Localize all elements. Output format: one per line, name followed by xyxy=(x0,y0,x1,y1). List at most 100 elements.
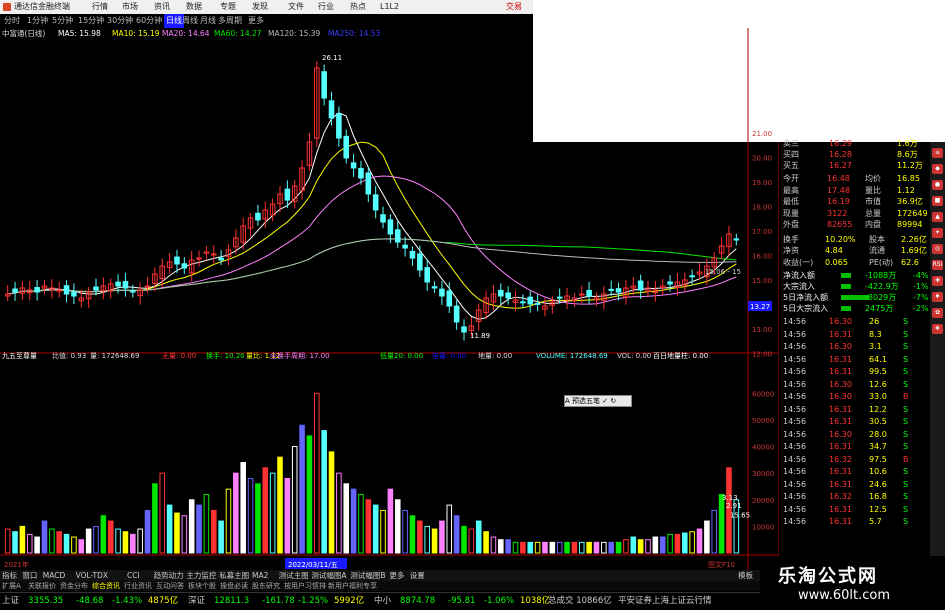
index-name[interactable]: 深证 xyxy=(188,593,205,610)
info-tab[interactable]: 行业资讯 xyxy=(124,581,152,591)
info-tab[interactable]: 板块个股 xyxy=(188,581,216,591)
indicator-tab[interactable]: 趋势动力 xyxy=(154,570,184,581)
candle xyxy=(387,219,394,235)
tick-row: 14:56 16.31 99.5 S xyxy=(779,366,931,377)
period-tab[interactable]: 更多 xyxy=(248,14,264,28)
info-tab[interactable]: 按用户习惯排 xyxy=(284,581,326,591)
index-name[interactable]: 上证 xyxy=(2,593,19,610)
sidebar-icon[interactable]: ≡ xyxy=(932,148,943,158)
index-name[interactable]: 中小 xyxy=(374,593,391,610)
index-change: -161.78 xyxy=(262,596,295,606)
info-tab[interactable]: 扩展A xyxy=(2,581,21,591)
price-tick: 17.00 xyxy=(752,228,772,236)
flow-percent: -4% xyxy=(913,271,929,280)
sidebar-icon[interactable]: ▲ xyxy=(932,212,943,222)
info-tab[interactable]: 互动问答 xyxy=(156,581,184,591)
indicator-tab[interactable]: 设置 xyxy=(410,570,425,581)
tick-price: 16.31 xyxy=(829,517,852,526)
period-tab[interactable]: 月线 xyxy=(200,14,216,28)
volume-bar xyxy=(71,536,77,554)
candle xyxy=(394,229,401,243)
info-tab[interactable]: 操盘必读 xyxy=(220,581,248,591)
indicator-tab[interactable]: 测试幅图B xyxy=(350,570,385,581)
trade-button[interactable]: 交易 xyxy=(506,0,522,14)
flow-bar xyxy=(841,273,851,278)
indicator-tab[interactable]: 窗口 xyxy=(22,570,37,581)
vol-legend-item: 百日地量柱: 0.00 xyxy=(653,351,708,360)
vol-legend-item: VOL: 0.00 xyxy=(617,352,651,360)
candle xyxy=(615,288,622,293)
volume-bar xyxy=(696,528,703,554)
info-tab[interactable]: 关联报价 xyxy=(28,581,56,591)
template-tab[interactable]: 模板 xyxy=(738,570,753,581)
volume-bar xyxy=(336,472,342,554)
volume-bar xyxy=(630,536,637,554)
tick-row: 14:56 16.31 30.5 S xyxy=(779,416,931,427)
order-label: 卖三 xyxy=(783,139,799,148)
sidebar-icon[interactable]: ✦ xyxy=(932,228,943,238)
period-tab[interactable]: 5分钟 xyxy=(52,14,73,28)
menu-item[interactable]: 专题 xyxy=(220,0,236,14)
period-tab[interactable]: 15分钟 xyxy=(78,14,104,28)
kline-chart[interactable]: 21.0020.0019.0018.0017.0016.0015.0014.00… xyxy=(0,28,778,570)
menu-item[interactable]: L1L2 xyxy=(380,0,399,14)
period-tab[interactable]: 多周期 xyxy=(218,14,242,28)
info-tab[interactable]: 股东研究 xyxy=(252,581,280,591)
tick-price: 16.31 xyxy=(829,504,852,514)
sidebar-icon[interactable]: ■ xyxy=(932,196,943,206)
volume-tick: 20000 xyxy=(752,497,774,505)
indicator-tab[interactable]: 测试幅图A xyxy=(311,570,346,581)
indicator-tab[interactable]: 指标 xyxy=(2,570,17,581)
menu-item[interactable]: 热点 xyxy=(350,0,366,14)
period-toolbar: 分时 1分钟 5分钟 15分钟 30分钟 60分钟 日线 周线 月线 多周期 更多 xyxy=(0,14,533,28)
period-tab[interactable]: 周线 xyxy=(182,14,198,28)
sidebar-icon[interactable]: ♦ xyxy=(932,292,943,302)
indicator-tab[interactable]: CCI xyxy=(127,570,140,581)
menu-item[interactable]: 资讯 xyxy=(154,0,170,14)
order-volume: 11.2万 xyxy=(897,161,923,170)
menu-item[interactable]: 市场 xyxy=(122,0,138,14)
indicator-tab[interactable]: 私募主图 xyxy=(219,570,249,581)
indicator-tab[interactable]: 测试主图 xyxy=(279,570,309,581)
menu-item[interactable]: 行业 xyxy=(318,0,334,14)
sidebar-icon[interactable]: ● xyxy=(932,180,943,190)
period-tab[interactable]: 分时 xyxy=(4,14,20,28)
sidebar-icon[interactable]: ✚ xyxy=(932,276,943,286)
info-tab[interactable]: 资金分布 xyxy=(60,581,88,591)
period-tab[interactable]: 1分钟 xyxy=(27,14,48,28)
period-tab[interactable]: 60分钟 xyxy=(136,14,162,28)
indicator-tab[interactable]: MACD xyxy=(43,570,65,581)
sidebar-icon[interactable]: ✿ xyxy=(932,308,943,318)
volume-bar xyxy=(174,512,180,554)
info-tab[interactable]: 综合资讯 xyxy=(92,581,120,591)
tick-volume: 30.5 xyxy=(869,417,887,426)
volume-bar xyxy=(417,520,423,554)
title-bar: 通达信金融终端 行情 市场 资讯 数据 专题 发现 文件 行业 热点 L1L2 交易 xyxy=(0,0,533,14)
indicator-tab[interactable]: MA2 xyxy=(252,570,268,581)
sidebar-icon[interactable]: ◆ xyxy=(932,164,943,174)
quote-server[interactable]: 平安证券上海上证云行情 xyxy=(618,593,712,610)
candle xyxy=(130,290,136,293)
volume-bar xyxy=(726,467,732,554)
sidebar-icon[interactable]: ❖ xyxy=(932,324,943,334)
sidebar-icon[interactable]: ◎ xyxy=(932,244,943,254)
info-tab[interactable]: 新用户福利专享 xyxy=(328,581,377,591)
period-tab[interactable]: 30分钟 xyxy=(107,14,133,28)
period-tab[interactable]: 日线 xyxy=(164,14,184,28)
menu-item[interactable]: 发现 xyxy=(252,0,268,14)
volume-bar xyxy=(314,392,320,554)
indicator-tab[interactable]: 更多 xyxy=(389,570,404,581)
stat-value: 62.6 xyxy=(901,257,919,267)
menu-item[interactable]: 文件 xyxy=(288,0,304,14)
volume-bar xyxy=(718,493,725,554)
indicator-tab[interactable]: 主力监控 xyxy=(186,570,216,581)
menu-item[interactable]: 行情 xyxy=(92,0,108,14)
sidebar-icon[interactable]: RSI xyxy=(932,260,943,270)
indicator-tab[interactable]: VOL-TDX xyxy=(76,570,108,581)
menu-item[interactable]: 数据 xyxy=(186,0,202,14)
index-amount: 1038亿 xyxy=(520,596,551,606)
tick-volume: 5.7 xyxy=(869,517,882,526)
stat-value: 1.12 xyxy=(897,185,915,195)
draw-tool-popup[interactable]: A 预选五笔 ✓ ↻ xyxy=(564,395,632,407)
tick-row: 14:56 16.30 12.6 S xyxy=(779,379,931,390)
